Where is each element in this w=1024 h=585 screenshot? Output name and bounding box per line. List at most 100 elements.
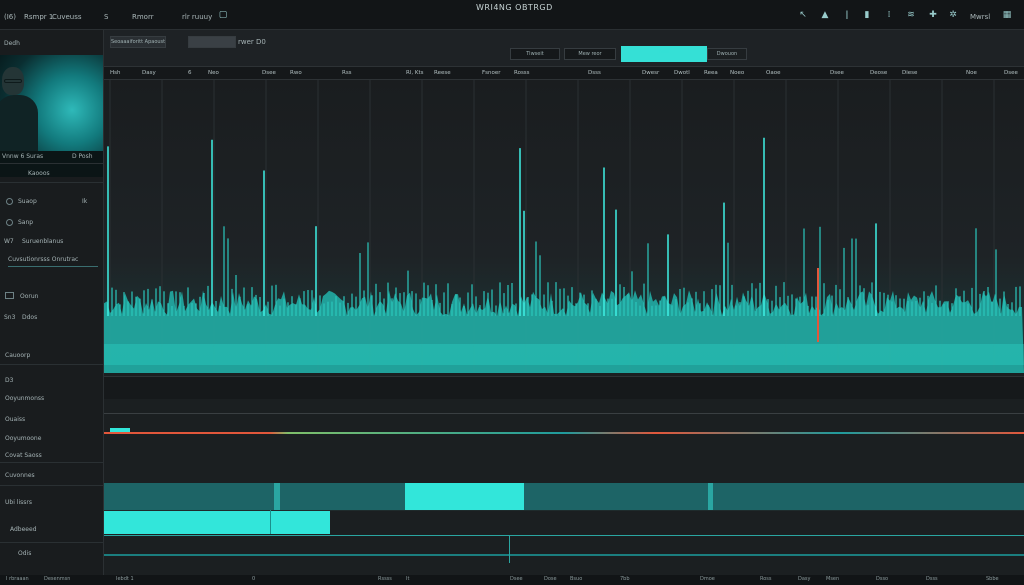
waveform-svg [104, 80, 1024, 373]
status-label: Msen [826, 576, 840, 582]
folder-icon [5, 292, 14, 299]
track-divider [104, 510, 1024, 511]
status-label: Dmoe [700, 576, 715, 582]
mix-label: Mwrsl [970, 13, 991, 21]
track-divider [104, 413, 1024, 414]
ruler-label: Deose [870, 70, 888, 76]
ruler-label: Rl, Kts [406, 70, 424, 76]
waveform-icon[interactable]: ≋ [906, 9, 916, 21]
clip-track-1[interactable] [104, 483, 1024, 510]
presenter-glasses [4, 79, 22, 83]
stop-icon[interactable]: ⁞ [884, 9, 894, 21]
ruler-label: Hsh [110, 70, 121, 76]
status-label: Desenmsn [44, 576, 71, 582]
status-label: Iebdt 1 [116, 576, 134, 582]
sidebar-item-extra: Ik [82, 198, 88, 205]
sidebar-item-label[interactable]: Suaop [18, 198, 37, 205]
marker-track[interactable] [104, 377, 1024, 399]
circle-icon [6, 219, 13, 226]
status-label: Dasy [798, 576, 811, 582]
fx-icon[interactable]: ✚ [928, 9, 938, 21]
pointer-icon[interactable]: ↖ [798, 9, 808, 21]
view-menu[interactable]: S [104, 13, 108, 21]
sidebar-item-label[interactable]: Ooyunmonss [5, 395, 44, 402]
ruler-label: Dwesr [642, 70, 660, 76]
sidebar-item-label[interactable]: Cauoorp [5, 352, 30, 359]
window-icon[interactable]: ▢ [218, 9, 228, 21]
divider [0, 542, 103, 543]
divider [0, 462, 103, 463]
status-label: 7bb [620, 576, 630, 582]
clip-split [270, 510, 271, 534]
browser-sidebar: Dedh Vnnw 6 Suras D Posh Kaooos Suaop Ik… [0, 30, 104, 585]
clip-marker[interactable] [274, 483, 280, 510]
track-divider [104, 554, 1024, 556]
sidebar-item-label[interactable]: Covat Saoss [5, 452, 42, 459]
cursor-line [509, 535, 510, 563]
sidebar-item-label[interactable]: Odis [18, 550, 31, 557]
sidebar-item-label[interactable]: Ubi lissrs [5, 499, 32, 506]
timeline-tracks [104, 373, 1024, 585]
sidebar-item-prefix: Sn3 [4, 314, 16, 321]
status-label: Sbbe [986, 576, 999, 582]
version-label: (I6) [4, 13, 16, 21]
clip-marker[interactable] [708, 483, 713, 510]
divider [0, 485, 103, 486]
status-label: Dsss [926, 576, 938, 582]
sidebar-item-label[interactable]: Ouaiss [5, 416, 25, 423]
divider [0, 163, 103, 164]
ruler-label: 6 [188, 70, 192, 76]
more-icon[interactable]: ▦ [1002, 9, 1012, 21]
toolbar-button-0[interactable]: Tiwseit [510, 48, 560, 60]
clip-block[interactable] [405, 483, 524, 510]
project-menu[interactable]: Rsmpr 1 [24, 13, 53, 21]
window-menu[interactable]: rlr ruuuy [182, 13, 212, 21]
status-label: Dose [544, 576, 557, 582]
status-label: Bsuo [570, 576, 583, 582]
sidebar-item-prefix: W7 [4, 238, 14, 245]
status-label: Dsso [876, 576, 889, 582]
sidebar-item-label[interactable]: Ooyumoone [5, 435, 41, 442]
sidebar-item-label[interactable]: Ddos [22, 314, 37, 321]
status-label: It [406, 576, 410, 582]
edit-menu[interactable]: Cuveuss [52, 13, 82, 21]
ruler-label: Rosss [514, 70, 530, 76]
ruler-label: Dsss [588, 70, 601, 76]
ruler-label: Rwo [290, 70, 302, 76]
circle-icon [6, 198, 13, 205]
sidebar-item-label[interactable]: Cuvsutionrsss Onrutrac [8, 256, 78, 263]
status-label: I rbraaan [6, 576, 29, 582]
track-menu[interactable]: Rmorr [132, 13, 154, 21]
status-label: Rssss [378, 576, 392, 582]
ruler-label: Rss [342, 70, 352, 76]
divider [0, 364, 103, 365]
chart-icon[interactable]: ▲ [820, 9, 830, 21]
sidebar-item-label[interactable]: Sanp [18, 219, 33, 226]
sidebar-item-label[interactable]: Suruenblanus [22, 238, 63, 245]
microphone-icon[interactable]: ǀ [842, 9, 852, 21]
ruler-label: Reea [704, 70, 718, 76]
clip-block[interactable] [104, 510, 330, 534]
gear-icon[interactable]: ✲ [948, 9, 958, 21]
record-icon[interactable]: ▮ [862, 9, 872, 21]
sidebar-item-label[interactable]: Cuvonnes [5, 472, 35, 479]
app-title: WRI4NG OBTRGD [476, 3, 553, 12]
toolbar-button-3[interactable]: Dwouon [707, 48, 747, 60]
toolbar-button-1[interactable]: Mew reor [564, 48, 616, 60]
sidebar-item-prefix: D3 [5, 377, 14, 384]
search-field[interactable]: Seoaaaiforitt Apaoust [110, 36, 166, 48]
ruler-label: Reese [434, 70, 451, 76]
status-label: Dsee [510, 576, 523, 582]
sidebar-header: Dedh [4, 40, 20, 47]
title-bar: (I6) Rsmpr 1 Cuveuss S Rmorr rlr ruuuy W… [0, 0, 1024, 30]
status-label: Ross [760, 576, 772, 582]
automation-line[interactable] [104, 432, 1024, 434]
filter-box[interactable] [188, 36, 236, 48]
time-ruler[interactable]: Hsh Dasy 6 Neo Dsee Rwo Rss Rl, Kts Rees… [104, 66, 1024, 80]
sidebar-item-label[interactable]: Oorun [20, 293, 38, 300]
divider [0, 182, 103, 183]
waveform-track[interactable] [104, 80, 1024, 373]
toolbar-button-active[interactable]: Aew [621, 46, 707, 62]
status-label: 0 [252, 576, 256, 582]
sidebar-item-label[interactable]: Adbeeed [10, 526, 37, 533]
